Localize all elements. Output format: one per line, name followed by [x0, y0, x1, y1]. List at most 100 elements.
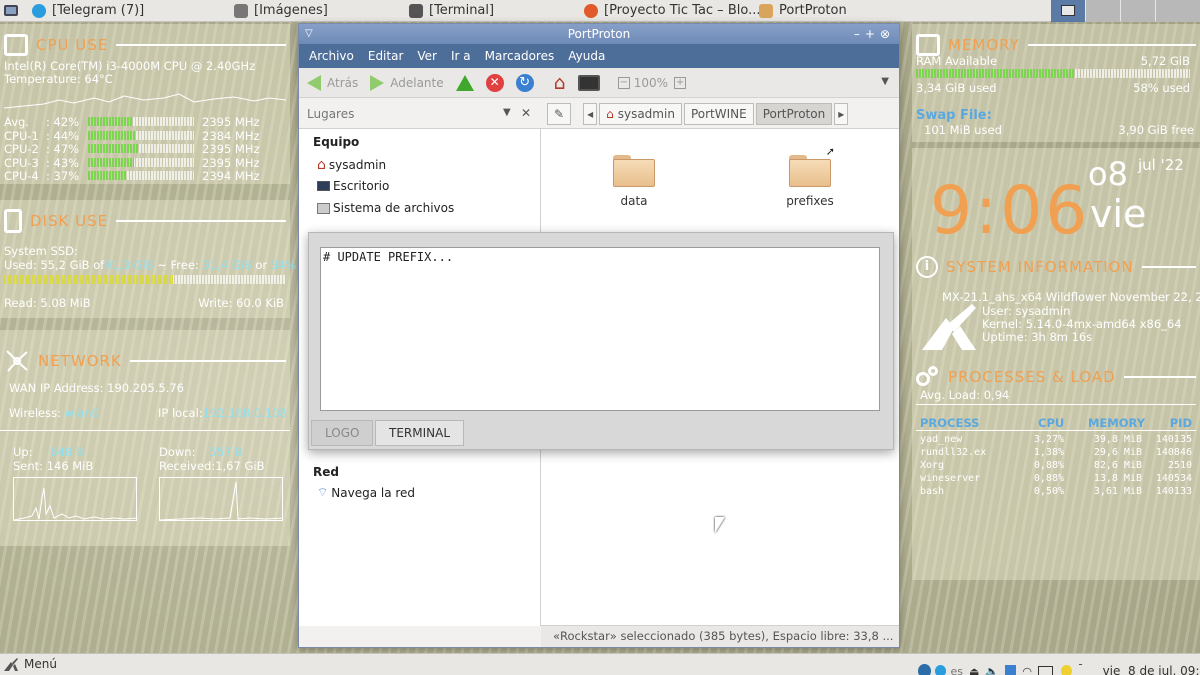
down-value: 557 B	[209, 445, 243, 459]
cpu-usage-bar	[88, 157, 134, 167]
crumb-portwine[interactable]: PortWINE	[683, 102, 754, 125]
home-icon: ⌂	[317, 157, 326, 173]
reload-button[interactable]: ↻	[515, 73, 534, 92]
download-graph	[159, 477, 283, 521]
eject-icon[interactable]: ⏏	[969, 665, 979, 675]
toolbar-overflow-icon[interactable]: ▼	[881, 76, 889, 87]
forward-button[interactable]: Adelante	[370, 74, 444, 91]
sidebar-item-browse-network[interactable]: ⌔ Navega la red	[317, 485, 415, 500]
workspace-1[interactable]	[1051, 0, 1085, 22]
volume-icon[interactable]: 🔈	[985, 665, 999, 675]
network-wifi-icon: ⌔	[317, 485, 329, 499]
taskbar-window-terminal[interactable]: [Terminal]	[409, 0, 584, 22]
ram-total: 5,72 GiB	[1140, 54, 1190, 68]
cpu-row-pct: : 37%	[46, 169, 80, 183]
ip-local-line: IP local:192.168.0.108	[158, 406, 287, 420]
proc-header-memory: MEMORY	[1088, 416, 1146, 430]
ram-used: 3,34 GiB used	[916, 81, 997, 95]
menu-archivo[interactable]: Archivo	[309, 49, 354, 63]
start-menu-button[interactable]: Menú	[4, 657, 57, 671]
sidebar-item-label: Navega la red	[331, 485, 416, 500]
show-desktop-button[interactable]	[0, 0, 22, 22]
up-button[interactable]	[455, 74, 474, 91]
back-button[interactable]: Atrás	[307, 74, 358, 91]
places-dropdown-icon[interactable]: ▼	[503, 107, 511, 118]
image-viewer-icon	[234, 3, 248, 18]
tray-badge-icon[interactable]	[935, 665, 947, 675]
sent-total: Sent: 146 MiB	[13, 459, 94, 473]
cpu-usage-bar	[88, 144, 138, 153]
keyboard-layout[interactable]: es	[950, 665, 963, 675]
tab-terminal[interactable]: TERMINAL	[375, 420, 465, 446]
window-menu-icon[interactable]: ▽	[305, 24, 313, 44]
cpu-row-pct: : 44%	[46, 128, 80, 143]
menu-ayuda[interactable]: Ayuda	[568, 49, 605, 63]
home-button[interactable]: ⌂	[554, 72, 566, 94]
path-scroll-right[interactable]: ▸	[834, 102, 849, 125]
window-titlebar[interactable]: ▽ PortProton –+⊗	[299, 24, 899, 44]
proc-header-cpu: CPU	[1038, 416, 1065, 430]
path-scroll-left[interactable]: ◂	[583, 102, 598, 125]
update-prefix-dialog: # UPDATE PREFIX... LOGO TERMINAL	[308, 232, 894, 450]
up-line: Up: 648 B	[13, 445, 84, 459]
top-taskbar: [Telegram (7)] [Imágenes] [Terminal] [Pr…	[0, 0, 1200, 22]
network-panel: NETWORK WAN IP Address: 190.205.5.76 Wir…	[0, 330, 290, 546]
sidebar-item-filesystem[interactable]: Sistema de archivos	[317, 201, 454, 215]
home-icon: ⌂	[606, 106, 614, 121]
down-label: Down:	[159, 445, 196, 459]
telegram-tray-icon[interactable]	[918, 664, 932, 675]
sidebar-item-desktop[interactable]: Escritorio	[317, 179, 389, 193]
cpu-usage-bar	[88, 117, 133, 126]
crumb-portproton[interactable]: PortProton	[755, 102, 833, 125]
disk-usage-bar	[4, 275, 173, 284]
menu-ir-a[interactable]: Ir a	[451, 49, 471, 63]
sidebar-item-home[interactable]: ⌂ sysadmin	[317, 157, 386, 173]
battery-icon[interactable]	[1037, 666, 1054, 675]
ip-local-label: IP local:	[158, 406, 203, 420]
taskbar-window-label: [Imágenes]	[254, 3, 328, 18]
cpu-row-mhz: 2395 MHz	[202, 115, 260, 129]
sysinfo-uptime: Uptime: 3h 8m 16s	[982, 330, 1093, 344]
edit-path-button[interactable]: ✎	[547, 102, 572, 125]
taskbar-window-telegram[interactable]: [Telegram (7)]	[32, 0, 202, 22]
taskbar-window-portproton[interactable]: PortProton	[759, 0, 919, 22]
up-arrow-icon	[455, 74, 474, 91]
minimize-icon[interactable]: –	[854, 27, 865, 41]
network-manager-icon[interactable]	[1005, 665, 1017, 675]
disk-or: or	[251, 258, 271, 272]
menu-marcadores[interactable]: Marcadores	[485, 49, 555, 63]
menu-editar[interactable]: Editar	[368, 49, 404, 63]
close-icon[interactable]: ⊗	[880, 27, 895, 41]
cpu-panel: CPU USE Intel(R) Core(TM) i3-4000M CPU @…	[0, 24, 290, 184]
folder-label: data	[620, 194, 648, 208]
folder-link-icon: ➚	[789, 145, 835, 187]
tab-logo[interactable]: LOGO	[311, 420, 374, 446]
workspace-2[interactable]	[1086, 0, 1120, 22]
taskbar-window-firefox[interactable]: [Proyecto Tic Tac – Blo...	[584, 0, 759, 22]
computer-button[interactable]	[577, 74, 600, 91]
sysinfo-title: SYSTEM INFORMATION	[946, 258, 1134, 276]
places-selector[interactable]: Lugares ▼ ✕	[299, 99, 541, 129]
wifi-icon[interactable]: ◠	[1022, 665, 1032, 675]
stop-button[interactable]: ✕	[485, 73, 504, 92]
ip-local: 192.168.0.108	[202, 406, 287, 420]
cpu-row-mhz: 2395 MHz	[202, 142, 260, 156]
zoom-in-button[interactable]: +	[674, 76, 687, 89]
start-menu-label: Menú	[24, 657, 57, 671]
close-sidebar-icon[interactable]: ✕	[521, 106, 531, 120]
workspace-4[interactable]	[1156, 0, 1200, 22]
workspace-3[interactable]	[1121, 0, 1155, 22]
system-tray: es ⏏ 🔈 ◠ -- vie 8 de jul, 09:06	[918, 657, 1200, 675]
memory-chip-icon	[916, 34, 940, 56]
crumb-sysadmin[interactable]: ⌂ sysadmin	[599, 102, 682, 125]
maximize-icon[interactable]: +	[865, 27, 880, 41]
clock-datetime[interactable]: vie 8 de jul, 09:06	[1103, 664, 1200, 675]
menu-ver[interactable]: Ver	[417, 49, 437, 63]
zoom-out-button[interactable]: −	[617, 76, 630, 89]
info-icon: i	[916, 256, 938, 278]
sidebar-item-label: Escritorio	[333, 179, 390, 193]
terminal-text: # UPDATE PREFIX...	[323, 250, 454, 264]
weather-icon[interactable]	[1061, 665, 1073, 675]
taskbar-window-imagenes[interactable]: [Imágenes]	[234, 0, 409, 22]
avg-load: Avg. Load: 0,94	[920, 388, 1010, 402]
